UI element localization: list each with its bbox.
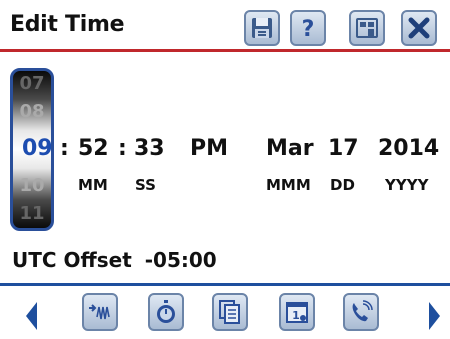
second-label: SS: [135, 176, 156, 194]
utc-offset-label: UTC Offset: [12, 248, 132, 272]
toolbar-documents-button[interactable]: [212, 293, 248, 331]
toolbar-stopwatch-button[interactable]: [148, 293, 184, 331]
stopwatch-icon: [157, 300, 175, 323]
documents-icon: [219, 300, 240, 324]
page-title: Edit Time: [10, 12, 125, 37]
toolbar-calendar-button[interactable]: 1: [279, 293, 315, 331]
prev-arrow-icon[interactable]: [24, 300, 38, 332]
toolbar-phone-button[interactable]: [343, 293, 379, 331]
help-icon: ?: [302, 17, 315, 41]
save-button[interactable]: [244, 10, 280, 46]
home-icon: [356, 18, 378, 38]
waveform-icon: [89, 304, 110, 320]
roller-value: 10: [19, 175, 45, 196]
year-value[interactable]: 2014: [378, 136, 439, 161]
header-bar: Edit Time ?: [0, 0, 450, 50]
month-label: MMM: [266, 176, 311, 194]
phone-icon: [352, 300, 373, 322]
hour-value[interactable]: 09: [22, 136, 53, 161]
header-divider: [0, 49, 450, 52]
close-icon: [408, 17, 430, 39]
svg-text:?: ?: [302, 17, 315, 41]
ampm-value[interactable]: PM: [190, 136, 228, 161]
next-arrow-icon[interactable]: [428, 300, 442, 332]
roller-value: 08: [19, 101, 45, 122]
close-button[interactable]: [401, 10, 437, 46]
roller-value: 07: [19, 73, 45, 94]
day-label: DD: [330, 176, 355, 194]
minute-label: MM: [78, 176, 108, 194]
minute-value[interactable]: 52: [78, 136, 109, 161]
calendar-icon: 1: [286, 302, 308, 323]
roller-value: 11: [19, 203, 45, 224]
year-label: YYYY: [385, 176, 429, 194]
day-value[interactable]: 17: [328, 136, 359, 161]
toolbar-waveform-button[interactable]: [82, 293, 118, 331]
home-button[interactable]: [349, 10, 385, 46]
month-value[interactable]: Mar: [266, 136, 314, 161]
time-separator: :: [118, 136, 127, 161]
help-button[interactable]: ?: [290, 10, 326, 46]
toolbar-divider: [0, 283, 450, 286]
utc-offset-value: -05:00: [144, 248, 217, 272]
save-icon: [252, 18, 272, 38]
second-value[interactable]: 33: [134, 136, 165, 161]
time-separator: :: [60, 136, 69, 161]
svg-text:1: 1: [292, 309, 300, 322]
utc-offset[interactable]: UTC Offset -05:00: [12, 248, 217, 272]
